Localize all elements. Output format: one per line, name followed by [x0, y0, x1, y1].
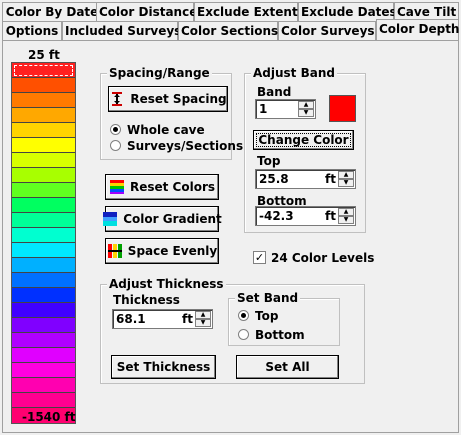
ramp-top-label: 25 ft — [28, 48, 60, 62]
color-band[interactable] — [12, 393, 75, 408]
bottom-depth-spinner[interactable]: ▲ ▼ — [338, 208, 354, 224]
color-ramp[interactable] — [11, 62, 76, 424]
color-band[interactable] — [12, 303, 75, 318]
color-band[interactable] — [12, 273, 75, 288]
set-thickness-label: Set Thickness — [116, 360, 211, 374]
color-band[interactable] — [12, 288, 75, 303]
color-band[interactable] — [12, 213, 75, 228]
spin-up-icon[interactable]: ▲ — [298, 101, 314, 109]
thickness-value: 68.1 — [116, 312, 146, 326]
color-band[interactable] — [12, 318, 75, 333]
spin-up-icon[interactable]: ▲ — [338, 171, 354, 179]
color-band[interactable] — [12, 363, 75, 378]
color-band[interactable] — [12, 243, 75, 258]
spin-down-icon[interactable]: ▼ — [338, 216, 354, 224]
surveys-sections-radio[interactable] — [110, 140, 121, 151]
band-label: Band — [257, 85, 292, 99]
color-gradient-label: Color Gradient — [123, 212, 222, 226]
spin-up-icon[interactable]: ▲ — [338, 208, 354, 216]
ramp-bottom-label: -1540 ft — [22, 410, 76, 424]
band-color-swatch[interactable] — [329, 95, 356, 122]
color-band[interactable] — [12, 198, 75, 213]
top-label: Top — [257, 154, 281, 168]
set-band-top-label[interactable]: Top — [255, 309, 278, 323]
top-depth-unit: ft — [325, 172, 336, 186]
reset-colors-button[interactable]: Reset Colors — [105, 174, 219, 200]
color-band[interactable] — [12, 378, 75, 393]
spin-down-icon[interactable]: ▼ — [298, 109, 314, 117]
color-band[interactable] — [12, 258, 75, 273]
adjust-thickness-legend: Adjust Thickness — [107, 277, 226, 291]
thickness-unit: ft — [182, 312, 193, 326]
space-evenly-button[interactable]: Space Evenly — [105, 238, 219, 264]
color-levels-label[interactable]: 24 Color Levels — [271, 251, 374, 265]
thickness-field[interactable]: 68.1 ft ▲ ▼ — [112, 309, 213, 329]
spacing-range-legend: Spacing/Range — [107, 66, 212, 80]
surveys-sections-label[interactable]: Surveys/Sections — [127, 139, 243, 153]
color-band[interactable] — [12, 63, 75, 78]
spin-down-icon[interactable]: ▼ — [195, 319, 211, 327]
color-band[interactable] — [12, 333, 75, 348]
color-band[interactable] — [12, 228, 75, 243]
space-evenly-icon — [107, 243, 123, 259]
set-all-label: Set All — [265, 360, 310, 374]
color-band[interactable] — [12, 108, 75, 123]
color-bands-icon — [109, 179, 125, 195]
gradient-icon — [102, 211, 118, 227]
bottom-depth-field[interactable]: -42.3 ft ▲ ▼ — [255, 206, 356, 226]
band-number-field[interactable]: 1 ▲ ▼ — [255, 99, 316, 119]
band-number-value: 1 — [259, 102, 268, 116]
top-depth-field[interactable]: 25.8 ft ▲ ▼ — [255, 169, 356, 189]
set-thickness-button[interactable]: Set Thickness — [111, 355, 216, 379]
set-band-legend: Set Band — [235, 291, 301, 305]
color-band[interactable] — [12, 123, 75, 138]
bottom-depth-value: -42.3 — [259, 209, 294, 223]
set-all-button[interactable]: Set All — [236, 355, 339, 379]
set-band-top-radio[interactable] — [238, 310, 249, 321]
whole-cave-radio[interactable] — [110, 124, 121, 135]
thickness-spinner[interactable]: ▲ ▼ — [195, 311, 211, 327]
spacing-arrows-icon — [109, 91, 125, 107]
color-gradient-button[interactable]: Color Gradient — [102, 206, 222, 232]
whole-cave-label[interactable]: Whole cave — [127, 123, 205, 137]
color-band[interactable] — [12, 348, 75, 363]
color-band[interactable] — [12, 138, 75, 153]
color-band[interactable] — [12, 168, 75, 183]
space-evenly-label: Space Evenly — [127, 244, 218, 258]
adjust-band-legend: Adjust Band — [251, 66, 337, 80]
spin-up-icon[interactable]: ▲ — [195, 311, 211, 319]
top-depth-value: 25.8 — [259, 172, 289, 186]
color-band[interactable] — [12, 183, 75, 198]
color-band[interactable] — [12, 153, 75, 168]
reset-spacing-label: Reset Spacing — [130, 92, 227, 106]
reset-colors-label: Reset Colors — [129, 180, 216, 194]
band-number-spinner[interactable]: ▲ ▼ — [298, 101, 314, 117]
color-band[interactable] — [12, 78, 75, 93]
set-band-bottom-radio[interactable] — [238, 329, 249, 340]
thickness-label: Thickness — [113, 293, 180, 307]
top-depth-spinner[interactable]: ▲ ▼ — [338, 171, 354, 187]
color-band[interactable] — [12, 93, 75, 108]
color-levels-checkbox[interactable]: ✓ — [253, 251, 266, 264]
reset-spacing-button[interactable]: Reset Spacing — [108, 86, 228, 112]
spin-down-icon[interactable]: ▼ — [338, 179, 354, 187]
change-color-button[interactable]: Change Color — [253, 130, 354, 150]
change-color-label: Change Color — [258, 133, 349, 147]
set-band-bottom-label[interactable]: Bottom — [255, 328, 305, 342]
bottom-depth-unit: ft — [325, 209, 336, 223]
